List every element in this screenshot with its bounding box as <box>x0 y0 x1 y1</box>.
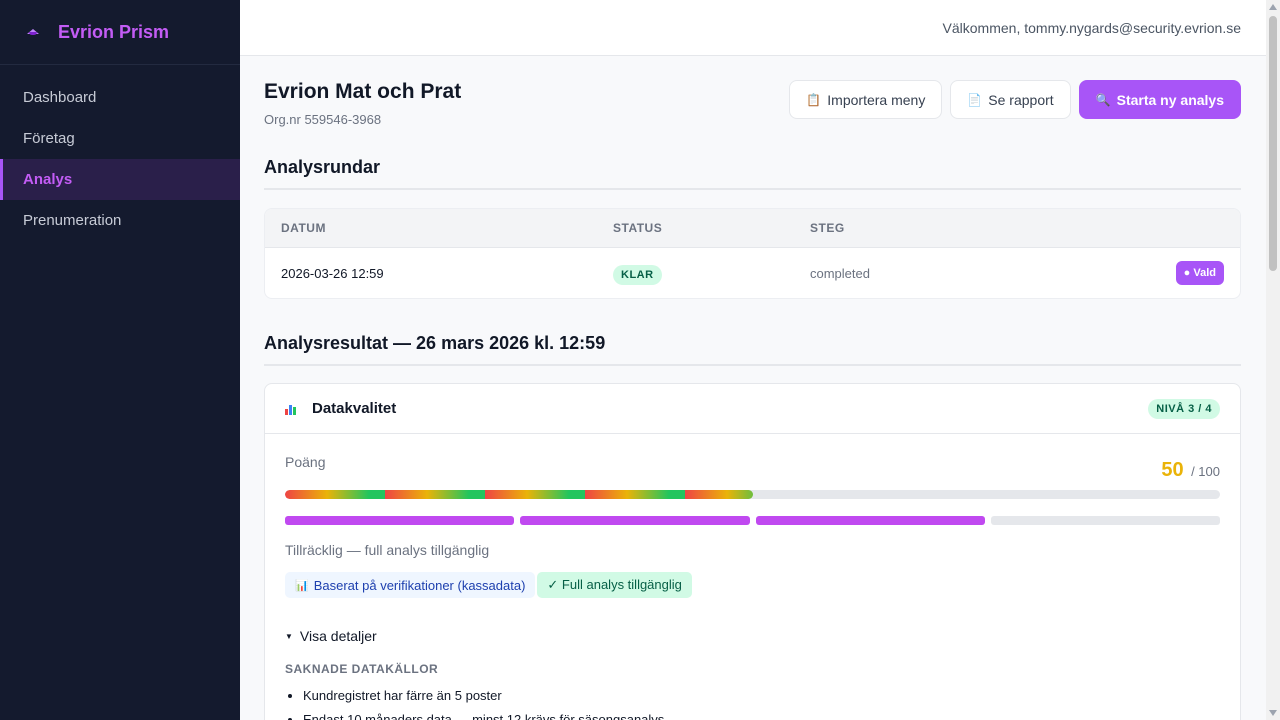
table-row[interactable]: 2026-03-26 12:59 KLAR completed ● Vald <box>265 248 1240 298</box>
sidebar: Evrion Prism Dashboard Företag Analys Pr… <box>0 0 240 720</box>
quality-description: Tillräcklig — full analys tillgänglig <box>285 542 490 558</box>
column-header-step: STEG <box>810 221 845 235</box>
import-menu-label: Importera meny <box>827 91 926 108</box>
missing-sources-list: Kundregistret har färre än 5 poster Enda… <box>285 684 1220 720</box>
sidebar-item-dashboard[interactable]: Dashboard <box>0 77 240 118</box>
score-progress-fill <box>285 490 753 499</box>
page-header: Evrion Mat och Prat Org.nr 559546-3968 📋… <box>264 80 1241 127</box>
score-max: / 100 <box>1191 464 1220 479</box>
details-toggle-label: Visa detaljer <box>299 628 377 644</box>
score-row: Poäng 50 / 100 <box>285 454 1220 482</box>
list-item: Kundregistret har färre än 5 poster <box>303 684 1220 708</box>
sidebar-item-prenumeration[interactable]: Prenumeration <box>0 200 240 241</box>
level-segment <box>755 516 985 525</box>
view-report-button[interactable]: 📄 Se rapport <box>950 80 1071 119</box>
row-date: 2026-03-26 12:59 <box>281 265 384 281</box>
topbar: Välkommen, tommy.nygards@security.evrion… <box>240 0 1266 56</box>
graduation-cap-icon <box>26 27 40 37</box>
sidebar-nav: Dashboard Företag Analys Prenumeration <box>0 77 240 241</box>
scroll-up-arrow-icon[interactable] <box>1269 4 1277 10</box>
source-tag: 📊 Baserat på verifikationer (kassadata) <box>285 572 536 598</box>
sidebar-item-analys[interactable]: Analys <box>0 159 240 200</box>
page-title: Evrion Mat och Prat <box>264 80 462 103</box>
document-icon: 📄 <box>967 92 983 107</box>
start-analysis-label: Starta ny analys <box>1116 91 1224 108</box>
tags: 📊 Baserat på verifikationer (kassadata) … <box>285 572 1220 598</box>
bar-chart-icon: 📊 <box>295 579 309 592</box>
level-segment <box>990 516 1220 525</box>
table-header: DATUM STATUS STEG <box>265 209 1240 248</box>
data-quality-card: Datakvalitet NIVÅ 3 / 4 Poäng 50 / 100 T… <box>264 383 1241 720</box>
import-menu-button[interactable]: 📋 Importera meny <box>789 80 943 119</box>
brand-name: Evrion Prism <box>58 21 170 42</box>
analysis-rounds-table: DATUM STATUS STEG 2026-03-26 12:59 KLAR … <box>264 208 1241 299</box>
scroll-thumb[interactable] <box>1269 16 1277 271</box>
source-tag-label: Baserat på verifikationer (kassadata) <box>313 577 526 593</box>
row-step: completed <box>810 265 870 281</box>
analysis-result-title: Analysresultat — 26 mars 2026 kl. 12:59 <box>264 333 1241 366</box>
level-badge: NIVÅ 3 / 4 <box>1148 398 1220 419</box>
content: Evrion Mat och Prat Org.nr 559546-3968 📋… <box>240 80 1266 720</box>
view-report-label: Se rapport <box>988 91 1054 108</box>
score-value: 50 <box>1161 459 1184 481</box>
list-item: Endast 10 månaders data — minst 12 krävs… <box>303 708 1220 720</box>
start-analysis-button[interactable]: 🔍 Starta ny analys <box>1078 80 1241 119</box>
card-title: Datakvalitet <box>312 400 397 417</box>
level-segment <box>285 516 515 525</box>
column-header-date: DATUM <box>281 221 326 235</box>
card-header: Datakvalitet NIVÅ 3 / 4 <box>265 384 1240 434</box>
missing-sources-title: SAKNADE DATAKÄLLOR <box>285 662 439 676</box>
clipboard-icon: 📋 <box>806 92 822 107</box>
level-segments <box>285 516 1220 525</box>
triangle-down-icon: ▼ <box>285 631 293 641</box>
level-segment <box>520 516 750 525</box>
brand[interactable]: Evrion Prism <box>0 0 240 65</box>
status-badge: KLAR <box>613 264 662 285</box>
score-label: Poäng <box>285 454 326 470</box>
full-analysis-tag: ✓ Full analys tillgänglig <box>537 572 692 598</box>
scroll-down-arrow-icon[interactable] <box>1269 710 1277 716</box>
magnifier-icon: 🔍 <box>1095 92 1111 107</box>
action-buttons: 📋 Importera meny 📄 Se rapport 🔍 Starta n… <box>789 80 1241 119</box>
card-body: Poäng 50 / 100 Tillräcklig — full analys… <box>265 434 1240 720</box>
welcome-text: Välkommen, tommy.nygards@security.evrion… <box>942 19 1241 36</box>
sidebar-item-foretag[interactable]: Företag <box>0 118 240 159</box>
selected-badge[interactable]: ● Vald <box>1175 261 1224 285</box>
main-area: Välkommen, tommy.nygards@security.evrion… <box>240 0 1266 720</box>
details-toggle[interactable]: ▼ Visa detaljer <box>285 628 1220 644</box>
bar-chart-icon <box>285 403 299 415</box>
score-progress-bar <box>285 490 1220 499</box>
analysis-rounds-title: Analysrundar <box>264 157 1241 190</box>
column-header-status: STATUS <box>613 221 663 235</box>
scrollbar[interactable] <box>1266 0 1280 720</box>
org-number: Org.nr 559546-3968 <box>264 112 382 127</box>
